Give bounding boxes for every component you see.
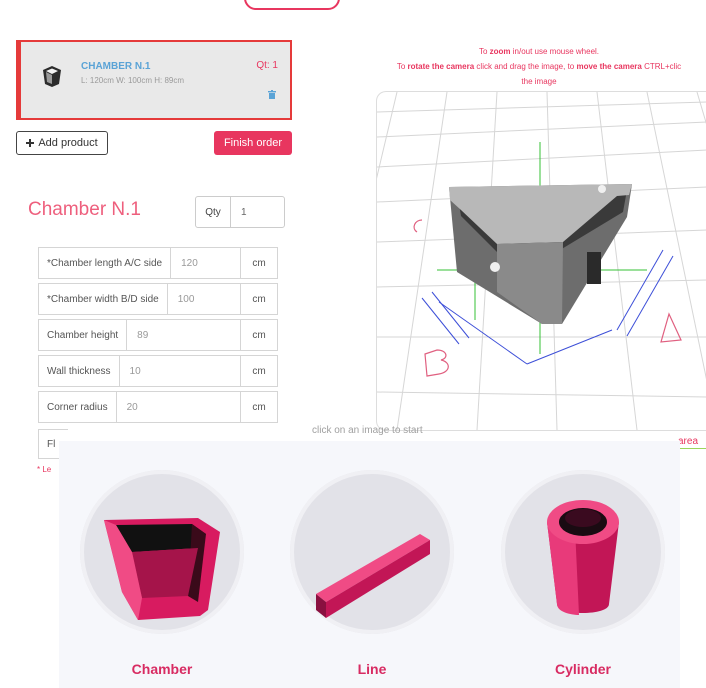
help-text: zoom [489,47,511,56]
help-text: in/out use mouse wheel. [510,47,600,56]
qty-label: Qty [196,197,231,227]
shape-option-cylinder[interactable]: Cylinder [501,470,665,677]
wall-thickness-input[interactable]: 10 [120,366,240,377]
shape-picker-panel: Chamber Line Cylinder [59,441,680,688]
picker-hint: click on an image to start [312,425,423,436]
floor-area-link-partial[interactable]: area [678,436,698,447]
field-unit: cm [240,356,277,386]
chamber-title: Chamber N.1 [28,199,141,220]
help-text: the image [521,77,557,86]
add-product-button[interactable]: Add product [16,131,108,155]
field-label: Chamber height [39,320,128,350]
chamber-height-input[interactable]: 89 [127,330,240,341]
corner-radius-field[interactable]: Corner radius 20 cm [38,391,278,423]
chamber-thumbnail-icon [43,66,61,87]
chamber-length-field[interactable]: *Chamber length A/C side 120 cm [38,247,278,279]
chamber-length-input[interactable]: 120 [171,258,240,269]
add-product-label: Add product [38,137,98,149]
help-text: To [478,47,490,56]
required-note-partial: * Le [37,465,52,474]
shape-option-line[interactable]: Line [290,470,454,677]
3d-scene [377,92,706,430]
field-unit: cm [240,248,277,278]
start-button-partial[interactable] [244,0,340,10]
help-text: click and drag the image, to [474,62,577,71]
wall-thickness-field[interactable]: Wall thickness 10 cm [38,355,278,387]
field-unit: cm [240,392,277,422]
shape-option-label[interactable]: Cylinder [501,661,665,677]
chamber-shape-icon [104,518,220,620]
help-text: To [396,62,408,71]
line-shape-icon [316,534,430,618]
field-label: Wall thickness [39,356,120,386]
finish-order-button[interactable]: Finish order [214,131,292,155]
cart-item[interactable]: CHAMBER N.1 L: 120cm W: 100cm H: 89cm Qt… [16,40,292,120]
cart-item-dimensions: L: 120cm W: 100cm H: 89cm [81,76,184,85]
field-unit: cm [240,320,277,350]
field-label: *Chamber width B/D side [39,284,168,314]
qty-input[interactable]: 1 [231,207,247,218]
divider [680,448,706,449]
chamber-width-input[interactable]: 100 [168,294,240,305]
cylinder-shape-icon [547,500,619,615]
trash-icon[interactable] [268,90,276,99]
field-label: *Chamber length A/C side [39,248,172,278]
qty-field[interactable]: Qty 1 [195,196,285,228]
chamber-shape-image[interactable] [80,470,244,634]
shape-option-label[interactable]: Chamber [80,661,244,677]
line-shape-image[interactable] [290,470,454,634]
chamber-height-field[interactable]: Chamber height 89 cm [38,319,278,351]
3d-viewer-canvas[interactable] [376,91,706,431]
top-strip [0,0,706,12]
help-text: CTRL+clic [641,62,682,71]
field-unit: cm [240,284,277,314]
plus-icon [26,139,35,147]
corner-radius-input[interactable]: 20 [117,402,240,413]
cart-item-name[interactable]: CHAMBER N.1 [81,61,150,72]
help-text: rotate the camera [407,62,475,71]
help-text: move the camera [576,62,642,71]
shape-option-label[interactable]: Line [290,661,454,677]
field-label: Corner radius [39,392,117,422]
shape-option-chamber[interactable]: Chamber [80,470,244,677]
viewer-help: To zoom in/out use mouse wheel. To rotat… [372,44,706,89]
cart-item-qty: Qt: 1 [256,60,278,71]
cylinder-shape-image[interactable] [501,470,665,634]
chamber-width-field[interactable]: *Chamber width B/D side 100 cm [38,283,278,315]
